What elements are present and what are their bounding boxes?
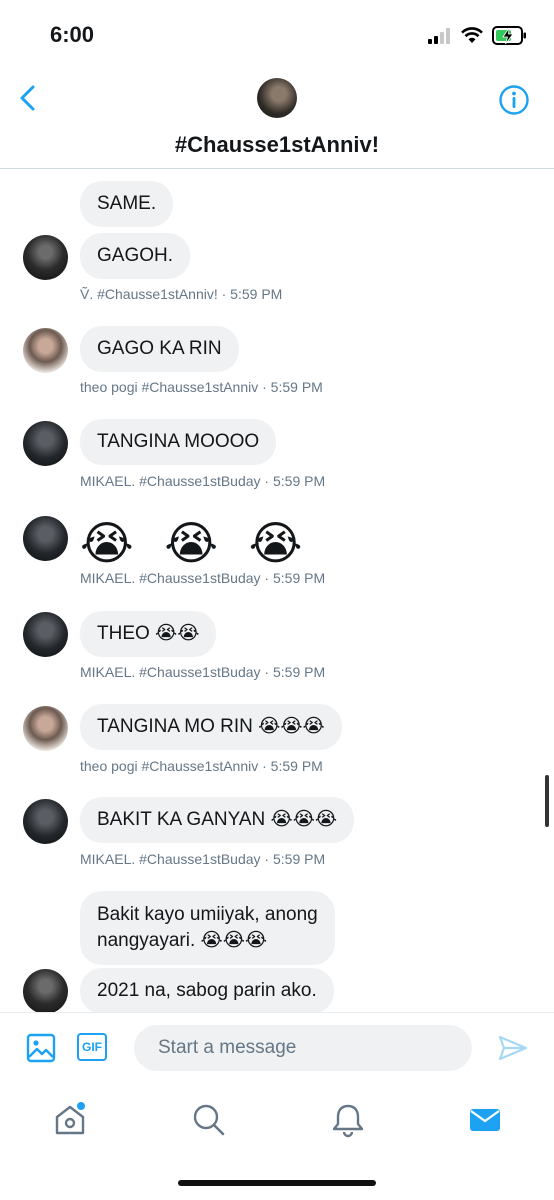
home-icon[interactable] — [52, 1102, 88, 1138]
message-bubble[interactable]: GAGOH. — [80, 233, 191, 279]
wifi-icon — [461, 27, 483, 43]
notifications-bell-icon[interactable] — [330, 1102, 366, 1138]
message-bubble[interactable]: 2021 na, sabog parin ako. — [80, 968, 334, 1012]
message-input[interactable]: Start a message — [134, 1025, 472, 1071]
gif-label: GIF — [82, 1040, 102, 1054]
message-meta: theo pogi #Chausse1stAnniv · 5:59 PM — [80, 758, 323, 774]
message-bubble[interactable]: TANGINA MOOOO — [80, 419, 277, 465]
message-bubble[interactable]: TANGINA MO RIN 😭😭😭 — [80, 704, 342, 750]
sender-avatar[interactable] — [23, 969, 68, 1012]
sender-avatar[interactable] — [23, 421, 68, 466]
message-line: nangyayari. 😭😭😭 — [97, 930, 268, 951]
sender-avatar[interactable] — [23, 235, 68, 280]
search-icon[interactable] — [191, 1102, 227, 1138]
message-composer: GIF Start a message — [0, 1012, 554, 1085]
message-meta: MIKAEL. #Chausse1stBuday · 5:59 PM — [80, 473, 326, 489]
scrollbar[interactable] — [545, 775, 549, 827]
conversation-title[interactable]: #Chausse1stAnniv! — [0, 132, 554, 158]
sender-avatar[interactable] — [23, 706, 68, 751]
messages-envelope-icon[interactable] — [468, 1102, 502, 1138]
home-indicator[interactable] — [178, 1180, 376, 1186]
message-bubble[interactable]: SAME. — [80, 181, 174, 227]
message-meta: MIKAEL. #Chausse1stBuday · 5:59 PM — [80, 851, 326, 867]
message-bubble[interactable]: BAKIT KA GANYAN 😭😭😭 — [80, 797, 355, 843]
status-bar: 6:00 — [0, 0, 554, 70]
emoji-message[interactable]: 😭 😭 😭 — [80, 517, 311, 569]
message-bubble[interactable]: GAGO KA RIN — [80, 326, 239, 372]
message-list[interactable]: SAME. GAGOH. Ṽ. #Chausse1stAnniv! · 5:59… — [0, 169, 554, 1012]
sender-avatar[interactable] — [23, 328, 68, 373]
message-meta: MIKAEL. #Chausse1stBuday · 5:59 PM — [80, 664, 326, 680]
info-icon[interactable] — [498, 84, 530, 116]
back-chevron-icon[interactable] — [16, 84, 40, 112]
message-meta: Ṽ. #Chausse1stAnniv! · 5:59 PM — [80, 286, 283, 302]
conversation-header: #Chausse1stAnniv! — [0, 70, 554, 169]
sender-avatar[interactable] — [23, 799, 68, 844]
image-icon[interactable] — [26, 1033, 56, 1063]
sender-avatar[interactable] — [23, 612, 68, 657]
status-time: 6:00 — [50, 22, 95, 47]
group-avatar[interactable] — [257, 78, 297, 118]
sender-avatar[interactable] — [23, 516, 68, 561]
message-bubble[interactable]: Bakit kayo umiiyak, anong nangyayari. 😭😭… — [80, 891, 335, 965]
message-meta: MIKAEL. #Chausse1stBuday · 5:59 PM — [80, 570, 326, 586]
message-bubble[interactable]: THEO 😭😭 — [80, 611, 217, 657]
message-line: Bakit kayo umiiyak, anong — [97, 904, 318, 925]
gif-button[interactable]: GIF — [77, 1033, 107, 1061]
cellular-signal-icon — [428, 28, 450, 44]
message-meta: theo pogi #Chausse1stAnniv · 5:59 PM — [80, 379, 323, 395]
battery-charging-icon — [492, 26, 526, 45]
send-icon[interactable] — [498, 1033, 528, 1063]
